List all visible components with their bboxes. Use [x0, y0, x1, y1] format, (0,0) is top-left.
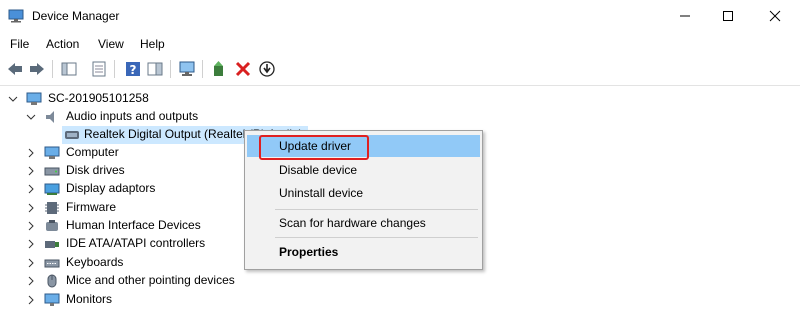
toolbar-separator: [202, 60, 203, 78]
title-bar: Device Manager: [0, 0, 800, 32]
chevron-right-icon[interactable]: [26, 148, 36, 158]
update-driver-icon[interactable]: [210, 60, 228, 78]
chevron-down-icon[interactable]: [8, 94, 18, 104]
download-icon[interactable]: [258, 60, 276, 78]
speaker-icon: [46, 111, 54, 123]
menu-help[interactable]: Help: [140, 37, 165, 51]
keyboard-icon: [44, 259, 60, 268]
tree-category-label: Audio inputs and outputs: [66, 109, 199, 123]
show-hide-console-tree-icon[interactable]: [60, 60, 78, 78]
menu-action[interactable]: Action: [46, 37, 79, 51]
minimize-button[interactable]: [662, 0, 708, 32]
tree-category-display-adaptors[interactable]: Display adaptors: [26, 180, 226, 198]
audio-device-icon: [65, 131, 79, 139]
uninstall-device-icon[interactable]: [234, 60, 252, 78]
toolbar-separator: [114, 60, 115, 78]
close-icon: [769, 10, 781, 22]
tree-category-label: Human Interface Devices: [66, 218, 201, 232]
menu-item-label: Disable device: [279, 163, 358, 177]
chevron-right-icon[interactable]: [26, 166, 36, 176]
chevron-down-icon[interactable]: [26, 112, 36, 122]
maximize-button[interactable]: [705, 0, 751, 32]
computer-icon: [26, 92, 42, 105]
ide-controller-icon: [45, 241, 59, 248]
menu-separator: [275, 209, 478, 210]
chevron-right-icon[interactable]: [26, 295, 36, 305]
hid-icon: [46, 220, 58, 231]
disk-drive-icon: [44, 167, 60, 176]
tree-root[interactable]: SC-201905101258: [8, 90, 308, 108]
tree-category-computer[interactable]: Computer: [26, 144, 226, 162]
tree-category-label: Display adaptors: [66, 181, 156, 195]
chevron-right-icon[interactable]: [26, 221, 36, 231]
menu-properties[interactable]: Properties: [247, 241, 480, 263]
back-arrow-icon[interactable]: [6, 60, 24, 78]
window-title: Device Manager: [32, 9, 120, 23]
menu-item-label: Scan for hardware changes: [279, 216, 426, 230]
tree-category-label: Keyboards: [66, 255, 124, 269]
tree-category-mice[interactable]: Mice and other pointing devices: [26, 272, 266, 290]
menu-file[interactable]: File: [10, 37, 29, 51]
menu-uninstall-device[interactable]: Uninstall device: [247, 182, 480, 204]
minimize-icon: [680, 15, 690, 17]
toolbar: ?: [0, 55, 800, 83]
menu-separator: [275, 237, 478, 238]
tree-category-label: Disk drives: [66, 163, 125, 177]
forward-arrow-icon[interactable]: [28, 60, 46, 78]
tree-category-firmware[interactable]: Firmware: [26, 199, 226, 217]
maximize-icon: [723, 11, 733, 21]
device-manager-icon: [8, 9, 24, 23]
toolbar-separator: [52, 60, 53, 78]
scan-hardware-icon[interactable]: [178, 60, 196, 78]
toolbar-separator: [170, 60, 171, 78]
menu-scan-hardware[interactable]: Scan for hardware changes: [247, 212, 480, 234]
tree-category-label: Firmware: [66, 200, 116, 214]
menu-bar: File Action View Help: [0, 34, 800, 54]
tree-category-monitors[interactable]: Monitors: [26, 291, 226, 309]
tree-category-label: IDE ATA/ATAPI controllers: [66, 236, 206, 250]
tree-category-hid[interactable]: Human Interface Devices: [26, 217, 246, 235]
menu-view[interactable]: View: [98, 37, 124, 51]
tree-category-keyboards[interactable]: Keyboards: [26, 254, 226, 272]
mouse-icon: [47, 274, 57, 288]
monitor-icon: [44, 293, 60, 306]
menu-disable-device[interactable]: Disable device: [247, 159, 480, 181]
highlight-annotation-box: [259, 135, 369, 160]
menu-item-label: Uninstall device: [279, 186, 364, 200]
action-pane-icon[interactable]: [146, 60, 164, 78]
close-button[interactable]: [752, 0, 798, 32]
computer-icon: [44, 146, 60, 159]
properties-icon[interactable]: [90, 60, 108, 78]
tree-category-disk-drives[interactable]: Disk drives: [26, 162, 226, 180]
tree-category-label: Mice and other pointing devices: [66, 273, 235, 287]
chevron-right-icon[interactable]: [26, 184, 36, 194]
tree-category-label: Monitors: [66, 292, 113, 306]
display-adapter-icon: [44, 183, 60, 195]
help-icon[interactable]: ?: [124, 60, 142, 78]
firmware-icon: [45, 202, 59, 214]
tree-category-audio[interactable]: Audio inputs and outputs: [26, 108, 326, 126]
tree-category-ide[interactable]: IDE ATA/ATAPI controllers: [26, 235, 246, 253]
chevron-right-icon[interactable]: [26, 276, 36, 286]
menu-item-label: Properties: [279, 245, 339, 259]
chevron-right-icon[interactable]: [26, 258, 36, 268]
chevron-right-icon[interactable]: [26, 239, 36, 249]
tree-category-label: Computer: [66, 145, 119, 159]
chevron-right-icon[interactable]: [26, 203, 36, 213]
svg-text:?: ?: [130, 63, 137, 77]
tree-root-label: SC-201905101258: [48, 91, 149, 105]
